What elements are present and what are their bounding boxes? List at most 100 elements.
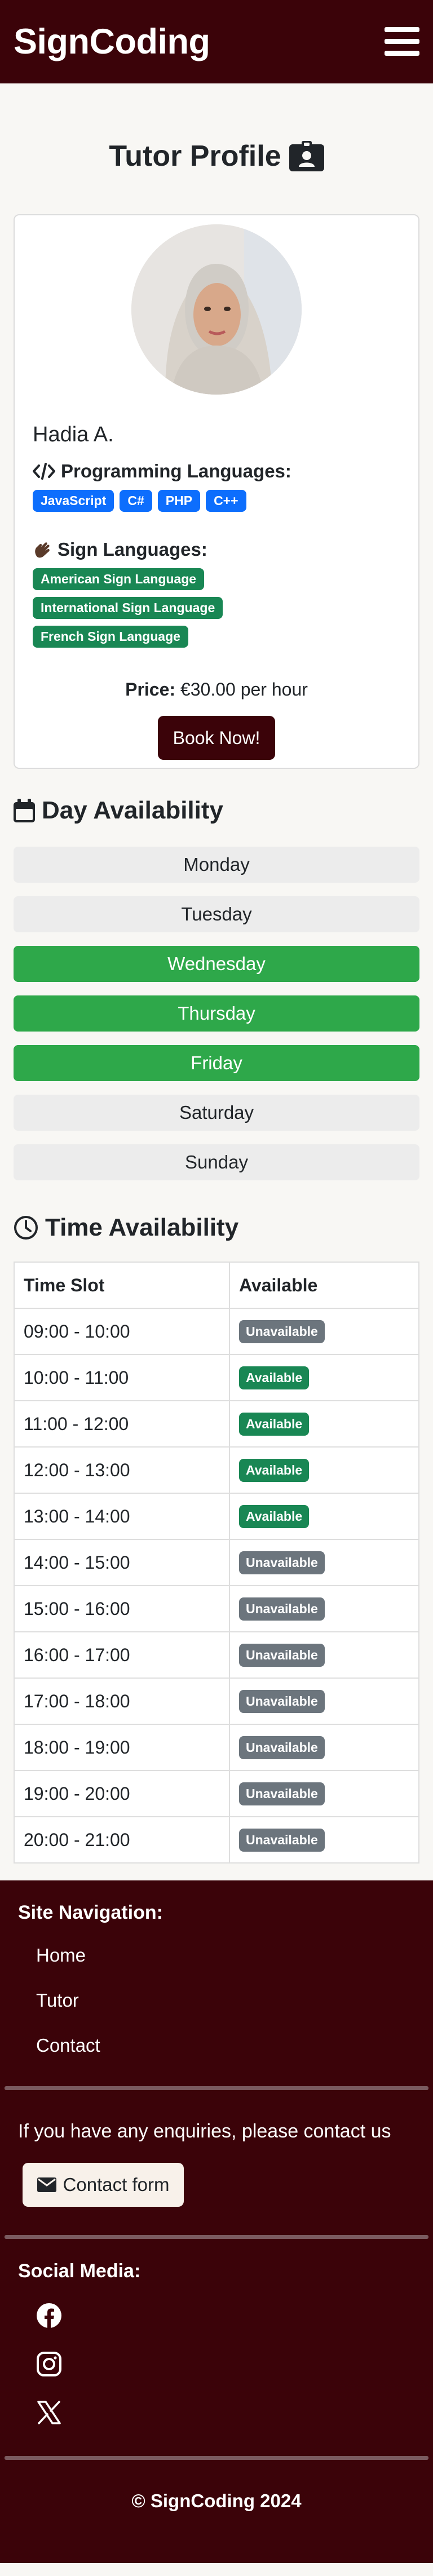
status-cell: Unavailable [229, 1724, 419, 1771]
time-availability-heading: Time Availability [14, 1212, 433, 1243]
time-slot-cell: 15:00 - 16:00 [14, 1585, 230, 1632]
tutor-photo [131, 224, 302, 395]
sign-language-tag: French Sign Language [33, 626, 188, 648]
day-wednesday: Wednesday [14, 946, 419, 982]
calendar-icon [14, 799, 35, 822]
status-cell: Unavailable [229, 1816, 419, 1864]
tutor-profile-card: Hadia A. Programming Languages: JavaScri… [14, 214, 419, 769]
programming-languages-label: Programming Languages: [61, 461, 291, 481]
status-badge: Available [239, 1505, 310, 1528]
programming-languages-heading: Programming Languages: [33, 461, 400, 482]
status-badge: Unavailable [239, 1782, 325, 1805]
table-row: 16:00 - 17:00 Unavailable [14, 1631, 419, 1679]
time-availability-title: Time Availability [45, 1214, 239, 1241]
status-badge: Unavailable [239, 1829, 325, 1852]
table-row: 19:00 - 20:00 Unavailable [14, 1770, 419, 1817]
tutor-avatar [131, 224, 302, 395]
footer-divider [5, 2235, 428, 2239]
contact-form-label: Contact form [63, 2174, 170, 2195]
status-cell: Unavailable [229, 1308, 419, 1355]
table-row: 14:00 - 15:00 Unavailable [14, 1539, 419, 1586]
footer-link-contact[interactable]: Contact [36, 2033, 428, 2078]
footer-divider [5, 2086, 428, 2090]
status-cell: Available [229, 1446, 419, 1494]
time-slot-cell: 16:00 - 17:00 [14, 1631, 230, 1679]
day-thursday: Thursday [14, 995, 419, 1032]
site-navigation-heading: Site Navigation: [18, 1902, 163, 1923]
price-value: €30.00 per hour [180, 679, 308, 700]
footer-divider [5, 2456, 428, 2460]
table-row: 17:00 - 18:00 Unavailable [14, 1678, 419, 1725]
price-label: Price: [125, 679, 176, 700]
table-row: 18:00 - 19:00 Unavailable [14, 1724, 419, 1771]
table-row: 09:00 - 10:00 Unavailable [14, 1308, 419, 1355]
clock-icon [14, 1216, 38, 1240]
envelope-icon [37, 2177, 56, 2192]
price: Price: €30.00 per hour [33, 679, 400, 700]
page: SignCoding Tutor Profile Hadia A. Progra… [0, 0, 433, 2576]
status-badge: Unavailable [239, 1736, 325, 1759]
status-cell: Available [229, 1354, 419, 1401]
day-tuesday: Tuesday [14, 896, 419, 932]
day-availability-heading: Day Availability [14, 795, 433, 826]
day-list: Monday Tuesday Wednesday Thursday Friday… [14, 847, 419, 1180]
instagram-icon[interactable] [36, 2351, 62, 2377]
day-monday: Monday [14, 847, 419, 883]
status-cell: Unavailable [229, 1585, 419, 1632]
table-row: 20:00 - 21:00 Unavailable [14, 1816, 419, 1864]
table-row: 15:00 - 16:00 Unavailable [14, 1585, 419, 1632]
time-slot-cell: 12:00 - 13:00 [14, 1446, 230, 1494]
table-header-row: Time Slot Available [14, 1262, 419, 1309]
table-row: 11:00 - 12:00 Available [14, 1400, 419, 1448]
status-cell: Unavailable [229, 1770, 419, 1817]
status-cell: Unavailable [229, 1678, 419, 1725]
hand-sign-icon [35, 542, 50, 558]
time-slot-cell: 20:00 - 21:00 [14, 1816, 230, 1864]
programming-tag: JavaScript [33, 490, 114, 512]
sign-languages-label: Sign Languages: [58, 539, 207, 560]
contact-form-button[interactable]: Contact form [23, 2163, 184, 2207]
status-badge: Available [239, 1366, 310, 1389]
status-badge: Unavailable [239, 1320, 325, 1343]
time-slot-cell: 18:00 - 19:00 [14, 1724, 230, 1771]
time-slot-cell: 09:00 - 10:00 [14, 1308, 230, 1355]
top-navbar: SignCoding [0, 0, 433, 83]
programming-tag: C++ [206, 490, 246, 512]
x-icon[interactable] [36, 2400, 62, 2425]
column-header-time-slot: Time Slot [14, 1262, 230, 1309]
site-footer: Site Navigation: Home Tutor Contact If y… [0, 1880, 433, 2563]
time-slot-cell: 17:00 - 18:00 [14, 1678, 230, 1725]
status-badge: Available [239, 1413, 310, 1436]
social-links [5, 2282, 428, 2425]
footer-link-tutor[interactable]: Tutor [36, 1988, 428, 2033]
status-badge: Unavailable [239, 1597, 325, 1621]
table-row: 10:00 - 11:00 Available [14, 1354, 419, 1401]
footer-link-home[interactable]: Home [36, 1943, 428, 1988]
table-row: 12:00 - 13:00 Available [14, 1446, 419, 1494]
facebook-icon[interactable] [36, 2303, 62, 2329]
time-slot-cell: 11:00 - 12:00 [14, 1400, 230, 1448]
day-availability-title: Day Availability [42, 796, 223, 824]
time-slot-cell: 19:00 - 20:00 [14, 1770, 230, 1817]
sign-language-tags: American Sign Language International Sig… [33, 568, 400, 648]
page-title: Tutor Profile [0, 139, 433, 174]
day-friday: Friday [14, 1045, 419, 1081]
time-slot-cell: 14:00 - 15:00 [14, 1539, 230, 1586]
day-saturday: Saturday [14, 1095, 419, 1131]
table-row: 13:00 - 14:00 Available [14, 1493, 419, 1540]
status-badge: Unavailable [239, 1644, 325, 1667]
status-badge: Unavailable [239, 1690, 325, 1713]
tutor-name: Hadia A. [33, 423, 114, 446]
programming-tag: PHP [157, 490, 201, 512]
time-slot-cell: 10:00 - 11:00 [14, 1354, 230, 1401]
status-badge: Available [239, 1459, 310, 1482]
column-header-available: Available [229, 1262, 419, 1309]
status-cell: Available [229, 1400, 419, 1448]
programming-language-tags: JavaScript C# PHP C++ [33, 490, 400, 512]
brand-logo[interactable]: SignCoding [14, 21, 210, 62]
status-cell: Unavailable [229, 1631, 419, 1679]
book-now-button[interactable]: Book Now! [158, 716, 275, 760]
time-availability-table: Time Slot Available 09:00 - 10:00 Unavai… [14, 1262, 419, 1864]
hamburger-menu-icon[interactable] [385, 27, 419, 56]
copyright: © SignCoding 2024 [131, 2490, 302, 2511]
